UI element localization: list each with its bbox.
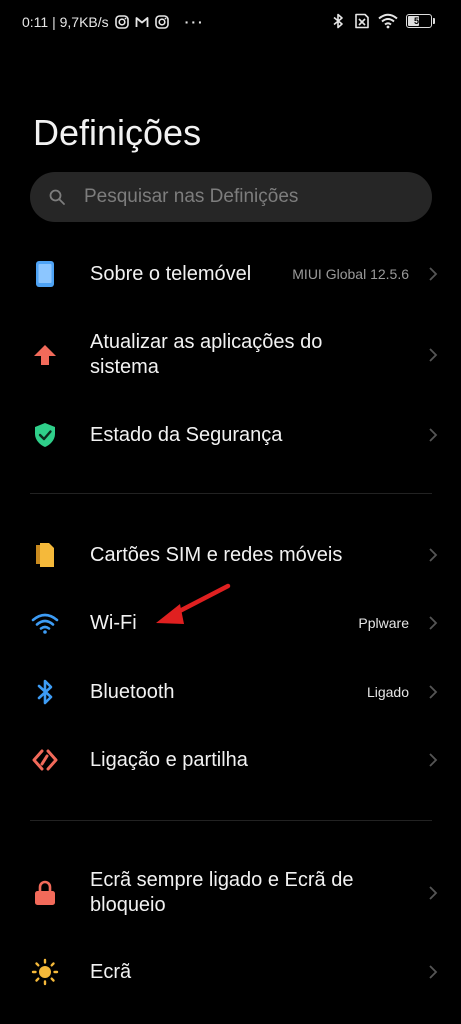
no-sim-icon — [355, 13, 369, 29]
chevron-right-icon — [429, 753, 438, 767]
bluetooth-icon — [30, 677, 60, 707]
wifi-status-icon — [378, 13, 398, 29]
settings-item-label: Cartões SIM e redes móveis — [90, 543, 343, 566]
annotation-arrow-icon — [156, 583, 231, 624]
settings-item-label: Estado da Segurança — [90, 423, 283, 446]
status-left: 0:11 | 9,7KB/s ··· — [22, 14, 205, 30]
connection-share-icon — [30, 745, 60, 775]
battery-level: 56 — [413, 16, 424, 26]
sun-icon — [30, 957, 60, 987]
phone-icon — [30, 259, 60, 289]
settings-item-value: Pplware — [358, 615, 409, 631]
search-bar[interactable] — [30, 172, 432, 222]
more-notifications-icon: ··· — [184, 14, 205, 30]
settings-item-label: Bluetooth — [90, 680, 175, 703]
chevron-right-icon — [429, 267, 438, 281]
settings-item-sim-networks[interactable]: Cartões SIM e redes móveis — [0, 530, 461, 580]
bluetooth-status-icon — [333, 13, 343, 29]
chevron-right-icon — [429, 428, 438, 442]
chevron-right-icon — [429, 348, 438, 362]
settings-item-always-on-lock-screen[interactable]: Ecrã sempre ligado e Ecrã de bloqueio — [0, 866, 461, 920]
status-bar: 0:11 | 9,7KB/s ··· 56 — [0, 0, 461, 46]
search-icon — [49, 189, 65, 205]
settings-item-value: Ligado — [366, 684, 409, 700]
chevron-right-icon — [429, 616, 438, 630]
lock-icon — [30, 878, 60, 908]
chevron-right-icon — [429, 548, 438, 562]
status-time-speed: 0:11 | 9,7KB/s — [22, 14, 109, 30]
settings-item-connection-sharing[interactable]: Ligação e partilha — [0, 735, 461, 785]
settings-item-label: Ligação e partilha — [90, 748, 248, 771]
status-right: 56 — [332, 13, 435, 29]
settings-item-display[interactable]: Ecrã — [0, 947, 461, 997]
settings-item-security-status[interactable]: Estado da Segurança — [0, 410, 461, 460]
settings-item-label: Ecrã — [90, 960, 132, 983]
settings-item-label: Ecrã sempre ligado e Ecrã de bloqueio — [90, 869, 354, 916]
sim-card-icon — [30, 540, 60, 570]
wifi-icon — [30, 608, 60, 638]
gmail-icon — [135, 17, 149, 27]
settings-item-about-phone[interactable]: Sobre o telemóvel MIUI Global 12.5.6 — [0, 249, 461, 299]
search-input[interactable] — [82, 185, 406, 209]
settings-item-label: Atualizar as aplicações do sistema — [90, 331, 323, 378]
arrow-up-icon — [30, 340, 60, 370]
section-divider — [30, 820, 432, 821]
section-divider — [30, 493, 432, 494]
instagram-icon — [154, 15, 169, 29]
settings-item-bluetooth[interactable]: Bluetooth Ligado — [0, 667, 461, 717]
battery-indicator: 56 — [406, 14, 432, 28]
chevron-right-icon — [429, 886, 438, 900]
shield-check-icon — [30, 420, 60, 450]
page-title: Definições — [33, 112, 202, 153]
settings-item-system-apps-update[interactable]: Atualizar as aplicações do sistema — [0, 328, 461, 382]
chevron-right-icon — [429, 685, 438, 699]
instagram-icon — [114, 15, 129, 29]
chevron-right-icon — [429, 965, 438, 979]
battery-nub — [433, 18, 435, 24]
settings-item-value: MIUI Global 12.5.6 — [292, 266, 409, 282]
